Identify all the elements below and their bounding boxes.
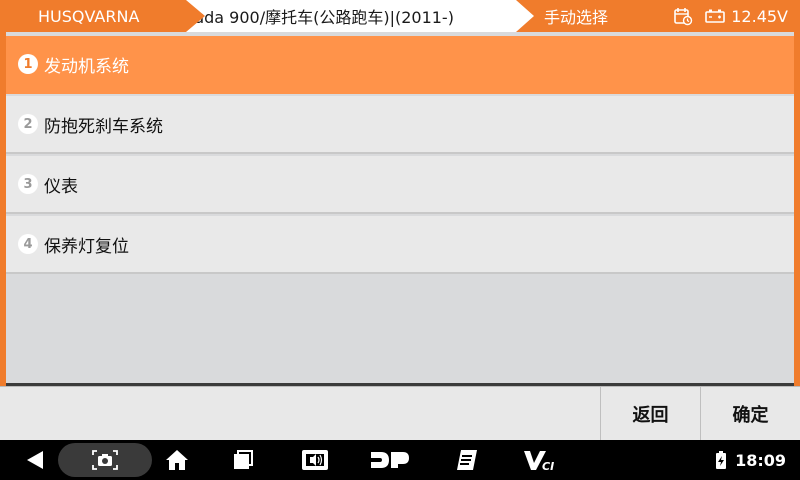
battery-charging-icon (716, 451, 727, 469)
item-label: 防抱死刹车系统 (44, 116, 163, 137)
list-item-service-reset[interactable]: 4 保养灯复位 (6, 216, 794, 274)
wifi-icon (689, 456, 699, 467)
item-label: 发动机系统 (44, 56, 129, 77)
list-item-instrument[interactable]: 3 仪表 (6, 156, 794, 214)
item-number-badge: 1 (18, 54, 38, 74)
item-number-badge: 2 (18, 114, 38, 134)
list-item-engine-system[interactable]: 1 发动机系统 (6, 36, 794, 94)
media-icon[interactable] (298, 440, 332, 480)
confirm-button[interactable]: 确定 (700, 387, 800, 441)
system-list-panel: 1 发动机系统 2 防抱死刹车系统 3 仪表 4 保养灯复位 (0, 32, 800, 386)
mode-label: 手动选择 (544, 8, 609, 27)
model-label: Nuda 900/摩托车(公路跑车)|(2011-) (182, 8, 454, 27)
breadcrumb-brand[interactable]: HUSQVARNA (0, 0, 205, 32)
voltage-value: 12.45V (731, 6, 788, 26)
brand-label: HUSQVARNA (38, 6, 140, 26)
home-icon[interactable] (160, 440, 194, 480)
item-label: 保养灯复位 (44, 236, 129, 257)
svg-text:CI: CI (542, 460, 554, 471)
status-clock: 18:09 (689, 440, 786, 480)
back-button[interactable]: 返回 (600, 387, 700, 441)
recents-icon[interactable] (226, 440, 260, 480)
breadcrumb-model[interactable]: Nuda 900/摩托车(公路跑车)|(2011-) (174, 0, 534, 32)
voltage-display: 12.45V (705, 7, 788, 26)
vci-icon[interactable]: CI (520, 440, 560, 480)
screenshot-icon[interactable] (88, 440, 122, 480)
item-number-badge: 3 (18, 174, 38, 194)
back-icon[interactable] (18, 440, 52, 480)
item-label: 仪表 (44, 176, 78, 197)
battery-icon (705, 9, 726, 23)
dp-icon[interactable] (368, 440, 412, 480)
item-number-badge: 4 (18, 234, 38, 254)
list-item-abs-system[interactable]: 2 防抱死刹车系统 (6, 96, 794, 154)
action-bar: 返回 确定 (0, 386, 800, 441)
clock-time: 18:09 (735, 450, 786, 470)
calendar-clock-icon[interactable] (673, 6, 693, 26)
system-nav-bar: CI 18:09 (0, 440, 800, 480)
header-bar: HUSQVARNA Nuda 900/摩托车(公路跑车)|(2011-) 手动选… (0, 0, 800, 32)
system-list: 1 发动机系统 2 防抱死刹车系统 3 仪表 4 保养灯复位 (6, 36, 794, 276)
notes-icon[interactable] (450, 440, 484, 480)
status-area: 12.45V (640, 0, 800, 32)
